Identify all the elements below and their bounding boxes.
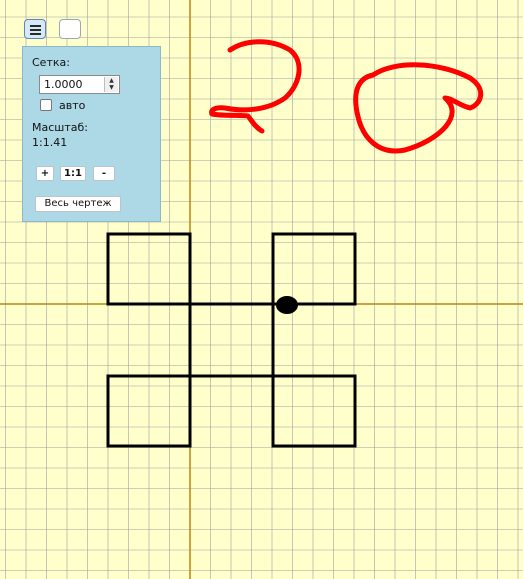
zoom-in-button[interactable]: + bbox=[36, 166, 54, 181]
black-dot[interactable] bbox=[276, 296, 298, 314]
shape-square-top-right[interactable] bbox=[271, 232, 357, 306]
menu-button[interactable] bbox=[24, 19, 46, 39]
spinner-up-icon[interactable]: ▲ bbox=[105, 77, 118, 84]
grid-input[interactable]: 1.0000 ▲ ▼ bbox=[39, 75, 120, 94]
settings-panel: Сетка: 1.0000 ▲ ▼ авто Масштаб: 1:1.41 +… bbox=[22, 46, 161, 222]
shape-square-bottom-right[interactable] bbox=[271, 374, 357, 448]
scale-value: 1:1.41 bbox=[32, 136, 68, 149]
auto-label: авто bbox=[59, 99, 86, 112]
black-shape[interactable] bbox=[106, 232, 357, 448]
red-scribble-two[interactable] bbox=[209, 39, 302, 134]
blank-tool-button[interactable] bbox=[59, 19, 81, 39]
grid-label: Сетка: bbox=[32, 56, 70, 69]
grid-spinner[interactable]: ▲ ▼ bbox=[104, 77, 118, 92]
scale-label: Масштаб: bbox=[32, 121, 88, 134]
auto-checkbox[interactable] bbox=[40, 99, 52, 111]
zoom-out-button[interactable]: - bbox=[93, 166, 115, 181]
reset-zoom-button[interactable]: 1:1 bbox=[60, 166, 86, 181]
fit-all-button[interactable]: Весь чертеж bbox=[35, 196, 121, 212]
grid-input-value[interactable]: 1.0000 bbox=[44, 78, 83, 91]
spinner-down-icon[interactable]: ▼ bbox=[105, 84, 118, 91]
